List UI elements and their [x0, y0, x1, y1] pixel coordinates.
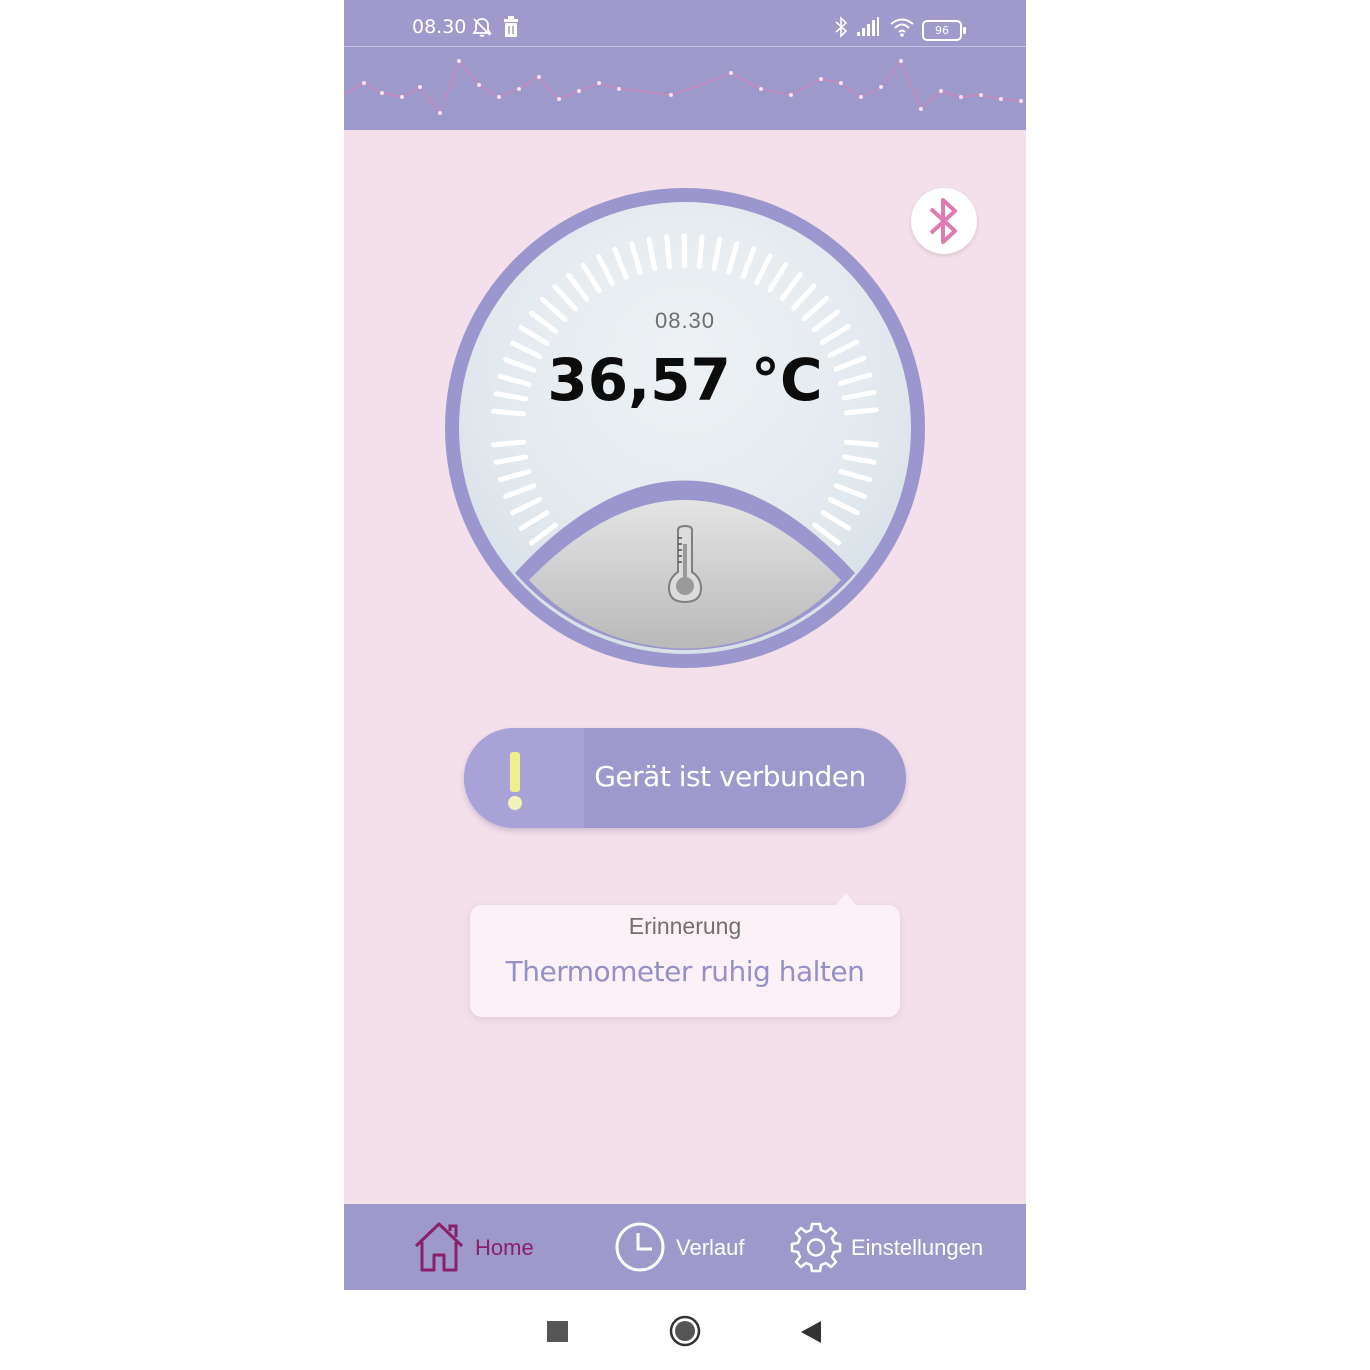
dial-tick — [518, 510, 550, 531]
dial-tick — [497, 469, 532, 483]
bluetooth-icon — [835, 16, 848, 38]
dial-tick — [791, 283, 817, 311]
dial-tick — [552, 284, 578, 312]
dial-tick — [503, 483, 537, 499]
nav-verlauf[interactable]: Verlauf — [614, 1204, 754, 1290]
dial-tick — [612, 246, 629, 280]
nav-einstellungen[interactable]: Einstellungen — [790, 1204, 990, 1290]
wifi-icon — [890, 18, 914, 37]
gear-icon — [790, 1222, 842, 1273]
measurement-time: 08.30 — [654, 308, 716, 333]
dial-tick — [580, 262, 602, 294]
dial-tick — [726, 240, 740, 275]
home-circle-icon[interactable] — [669, 1315, 701, 1347]
app-screen: 08.30 96 08.30 36,57 °C Gerät ist verbun… — [344, 0, 1026, 1290]
bottom-nav: Home Verlauf Einstellungen — [344, 1204, 1026, 1290]
dial-tick — [841, 454, 877, 465]
bluetooth-icon — [929, 198, 957, 244]
dial-tick — [838, 469, 873, 483]
system-navigation-bar — [0, 1290, 1370, 1370]
thermometer-icon — [667, 524, 703, 604]
recents-square-icon[interactable] — [547, 1321, 568, 1342]
dial-tick — [566, 272, 590, 302]
nav-einstellungen-label: Einstellungen — [851, 1235, 984, 1260]
nav-verlauf-label: Verlauf — [676, 1235, 745, 1260]
connection-status-text: Gerät ist verbunden — [594, 760, 866, 793]
dial-tick — [510, 497, 543, 516]
dial-tick — [740, 246, 757, 280]
nav-home-label: Home — [475, 1235, 534, 1260]
reminder-text: Thermometer ruhig halten — [505, 955, 865, 988]
back-triangle-icon[interactable] — [800, 1320, 822, 1344]
exclamation-icon — [508, 752, 522, 810]
connection-status: Gerät ist verbunden — [464, 728, 906, 828]
clock-icon — [615, 1222, 665, 1272]
dial-tick — [833, 483, 867, 499]
reminder-card: Erinnerung Thermometer ruhig halten — [470, 893, 900, 1017]
dial-tick — [629, 241, 643, 275]
temperature-value: 36,57 °C — [547, 346, 823, 414]
dial-tick — [843, 439, 879, 448]
dial-tick — [767, 262, 789, 293]
dial-tick — [779, 272, 803, 301]
dial-tick — [596, 254, 615, 286]
notification-off-icon — [472, 18, 492, 37]
status-time: 08.30 — [412, 16, 467, 38]
dial-tick — [664, 234, 672, 270]
dial-tick — [820, 510, 852, 531]
bluetooth-button[interactable] — [911, 188, 977, 254]
battery-indicator: 96 — [922, 20, 966, 41]
temperature-dial: 08.30 36,57 °C — [445, 188, 925, 668]
wave-decoration — [344, 59, 1025, 115]
dial-tick — [696, 234, 705, 270]
dial-tick — [711, 236, 723, 272]
dial-tick — [646, 236, 658, 272]
dial-tick — [491, 439, 527, 448]
dial-tick — [493, 454, 529, 465]
signal-icon — [857, 17, 879, 36]
dial-tick — [827, 497, 860, 516]
home-icon — [414, 1222, 464, 1272]
status-icon-area — [464, 728, 584, 828]
dial-tick — [754, 253, 773, 286]
trash-icon — [504, 16, 518, 37]
status-bar: 08.30 96 — [344, 0, 1026, 46]
wave-header — [344, 46, 1026, 130]
nav-home[interactable]: Home — [412, 1204, 542, 1290]
reminder-title: Erinnerung — [628, 913, 742, 939]
